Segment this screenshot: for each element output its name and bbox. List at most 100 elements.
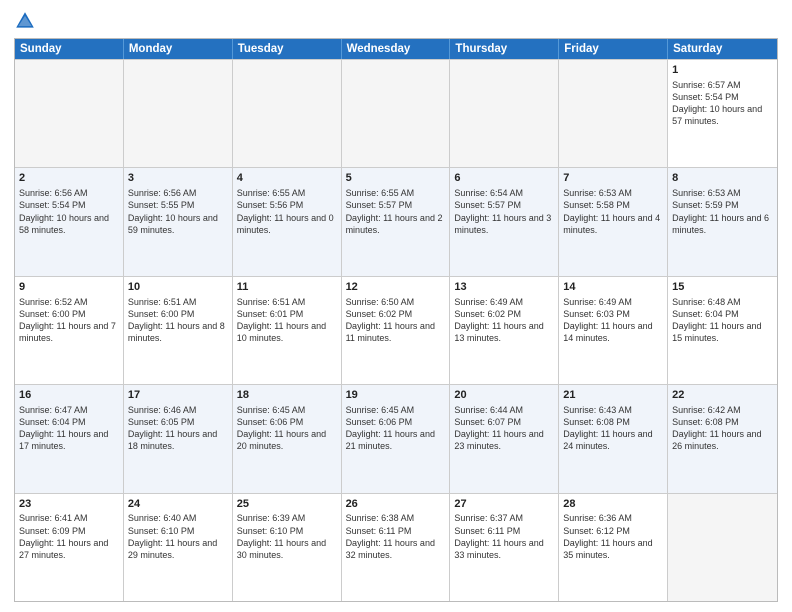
day-cell-4: 4Sunrise: 6:55 AM Sunset: 5:56 PM Daylig… [233, 168, 342, 275]
day-info: Sunrise: 6:53 AM Sunset: 5:59 PM Dayligh… [672, 187, 773, 236]
day-info: Sunrise: 6:49 AM Sunset: 6:02 PM Dayligh… [454, 296, 554, 345]
weekday-header-friday: Friday [559, 39, 668, 59]
weekday-header-tuesday: Tuesday [233, 39, 342, 59]
day-info: Sunrise: 6:42 AM Sunset: 6:08 PM Dayligh… [672, 404, 773, 453]
day-number: 4 [237, 171, 337, 186]
day-number: 20 [454, 388, 554, 403]
day-cell-25: 25Sunrise: 6:39 AM Sunset: 6:10 PM Dayli… [233, 494, 342, 601]
day-number: 7 [563, 171, 663, 186]
calendar-row-0: 1Sunrise: 6:57 AM Sunset: 5:54 PM Daylig… [15, 59, 777, 167]
day-info: Sunrise: 6:36 AM Sunset: 6:12 PM Dayligh… [563, 512, 663, 561]
header [14, 10, 778, 32]
day-info: Sunrise: 6:55 AM Sunset: 5:56 PM Dayligh… [237, 187, 337, 236]
day-cell-9: 9Sunrise: 6:52 AM Sunset: 6:00 PM Daylig… [15, 277, 124, 384]
weekday-header-wednesday: Wednesday [342, 39, 451, 59]
day-number: 27 [454, 497, 554, 512]
day-cell-23: 23Sunrise: 6:41 AM Sunset: 6:09 PM Dayli… [15, 494, 124, 601]
day-info: Sunrise: 6:56 AM Sunset: 5:54 PM Dayligh… [19, 187, 119, 236]
day-cell-7: 7Sunrise: 6:53 AM Sunset: 5:58 PM Daylig… [559, 168, 668, 275]
logo [14, 10, 40, 32]
day-cell-26: 26Sunrise: 6:38 AM Sunset: 6:11 PM Dayli… [342, 494, 451, 601]
day-number: 1 [672, 63, 773, 78]
day-number: 18 [237, 388, 337, 403]
empty-cell-0-5 [559, 60, 668, 167]
day-number: 28 [563, 497, 663, 512]
day-info: Sunrise: 6:44 AM Sunset: 6:07 PM Dayligh… [454, 404, 554, 453]
day-cell-2: 2Sunrise: 6:56 AM Sunset: 5:54 PM Daylig… [15, 168, 124, 275]
day-cell-1: 1Sunrise: 6:57 AM Sunset: 5:54 PM Daylig… [668, 60, 777, 167]
day-cell-6: 6Sunrise: 6:54 AM Sunset: 5:57 PM Daylig… [450, 168, 559, 275]
day-info: Sunrise: 6:45 AM Sunset: 6:06 PM Dayligh… [346, 404, 446, 453]
day-number: 13 [454, 280, 554, 295]
empty-cell-0-3 [342, 60, 451, 167]
day-cell-24: 24Sunrise: 6:40 AM Sunset: 6:10 PM Dayli… [124, 494, 233, 601]
day-info: Sunrise: 6:38 AM Sunset: 6:11 PM Dayligh… [346, 512, 446, 561]
day-info: Sunrise: 6:49 AM Sunset: 6:03 PM Dayligh… [563, 296, 663, 345]
empty-cell-0-2 [233, 60, 342, 167]
calendar-body: 1Sunrise: 6:57 AM Sunset: 5:54 PM Daylig… [15, 59, 777, 601]
day-info: Sunrise: 6:48 AM Sunset: 6:04 PM Dayligh… [672, 296, 773, 345]
day-number: 16 [19, 388, 119, 403]
day-number: 24 [128, 497, 228, 512]
day-cell-5: 5Sunrise: 6:55 AM Sunset: 5:57 PM Daylig… [342, 168, 451, 275]
day-cell-16: 16Sunrise: 6:47 AM Sunset: 6:04 PM Dayli… [15, 385, 124, 492]
day-info: Sunrise: 6:47 AM Sunset: 6:04 PM Dayligh… [19, 404, 119, 453]
day-cell-8: 8Sunrise: 6:53 AM Sunset: 5:59 PM Daylig… [668, 168, 777, 275]
day-info: Sunrise: 6:52 AM Sunset: 6:00 PM Dayligh… [19, 296, 119, 345]
day-number: 15 [672, 280, 773, 295]
calendar-row-1: 2Sunrise: 6:56 AM Sunset: 5:54 PM Daylig… [15, 167, 777, 275]
day-number: 23 [19, 497, 119, 512]
day-number: 9 [19, 280, 119, 295]
day-number: 26 [346, 497, 446, 512]
day-number: 19 [346, 388, 446, 403]
calendar-row-2: 9Sunrise: 6:52 AM Sunset: 6:00 PM Daylig… [15, 276, 777, 384]
day-cell-14: 14Sunrise: 6:49 AM Sunset: 6:03 PM Dayli… [559, 277, 668, 384]
day-info: Sunrise: 6:45 AM Sunset: 6:06 PM Dayligh… [237, 404, 337, 453]
day-cell-15: 15Sunrise: 6:48 AM Sunset: 6:04 PM Dayli… [668, 277, 777, 384]
weekday-header-monday: Monday [124, 39, 233, 59]
day-info: Sunrise: 6:56 AM Sunset: 5:55 PM Dayligh… [128, 187, 228, 236]
day-cell-27: 27Sunrise: 6:37 AM Sunset: 6:11 PM Dayli… [450, 494, 559, 601]
day-number: 11 [237, 280, 337, 295]
day-number: 21 [563, 388, 663, 403]
calendar-row-3: 16Sunrise: 6:47 AM Sunset: 6:04 PM Dayli… [15, 384, 777, 492]
day-info: Sunrise: 6:40 AM Sunset: 6:10 PM Dayligh… [128, 512, 228, 561]
page: SundayMondayTuesdayWednesdayThursdayFrid… [0, 0, 792, 612]
day-number: 10 [128, 280, 228, 295]
day-cell-18: 18Sunrise: 6:45 AM Sunset: 6:06 PM Dayli… [233, 385, 342, 492]
day-number: 5 [346, 171, 446, 186]
day-cell-10: 10Sunrise: 6:51 AM Sunset: 6:00 PM Dayli… [124, 277, 233, 384]
empty-cell-0-1 [124, 60, 233, 167]
day-number: 22 [672, 388, 773, 403]
weekday-header-thursday: Thursday [450, 39, 559, 59]
day-info: Sunrise: 6:54 AM Sunset: 5:57 PM Dayligh… [454, 187, 554, 236]
calendar-row-4: 23Sunrise: 6:41 AM Sunset: 6:09 PM Dayli… [15, 493, 777, 601]
day-number: 3 [128, 171, 228, 186]
day-cell-28: 28Sunrise: 6:36 AM Sunset: 6:12 PM Dayli… [559, 494, 668, 601]
calendar-header: SundayMondayTuesdayWednesdayThursdayFrid… [15, 39, 777, 59]
empty-cell-4-6 [668, 494, 777, 601]
day-cell-13: 13Sunrise: 6:49 AM Sunset: 6:02 PM Dayli… [450, 277, 559, 384]
day-info: Sunrise: 6:57 AM Sunset: 5:54 PM Dayligh… [672, 79, 773, 128]
day-number: 25 [237, 497, 337, 512]
day-number: 2 [19, 171, 119, 186]
day-number: 8 [672, 171, 773, 186]
logo-icon [14, 10, 36, 32]
day-info: Sunrise: 6:37 AM Sunset: 6:11 PM Dayligh… [454, 512, 554, 561]
day-info: Sunrise: 6:41 AM Sunset: 6:09 PM Dayligh… [19, 512, 119, 561]
empty-cell-0-4 [450, 60, 559, 167]
calendar: SundayMondayTuesdayWednesdayThursdayFrid… [14, 38, 778, 602]
day-cell-19: 19Sunrise: 6:45 AM Sunset: 6:06 PM Dayli… [342, 385, 451, 492]
day-info: Sunrise: 6:55 AM Sunset: 5:57 PM Dayligh… [346, 187, 446, 236]
day-number: 17 [128, 388, 228, 403]
day-cell-17: 17Sunrise: 6:46 AM Sunset: 6:05 PM Dayli… [124, 385, 233, 492]
day-cell-11: 11Sunrise: 6:51 AM Sunset: 6:01 PM Dayli… [233, 277, 342, 384]
day-info: Sunrise: 6:39 AM Sunset: 6:10 PM Dayligh… [237, 512, 337, 561]
day-info: Sunrise: 6:51 AM Sunset: 6:00 PM Dayligh… [128, 296, 228, 345]
day-cell-20: 20Sunrise: 6:44 AM Sunset: 6:07 PM Dayli… [450, 385, 559, 492]
empty-cell-0-0 [15, 60, 124, 167]
day-cell-21: 21Sunrise: 6:43 AM Sunset: 6:08 PM Dayli… [559, 385, 668, 492]
day-number: 12 [346, 280, 446, 295]
day-number: 6 [454, 171, 554, 186]
day-cell-3: 3Sunrise: 6:56 AM Sunset: 5:55 PM Daylig… [124, 168, 233, 275]
